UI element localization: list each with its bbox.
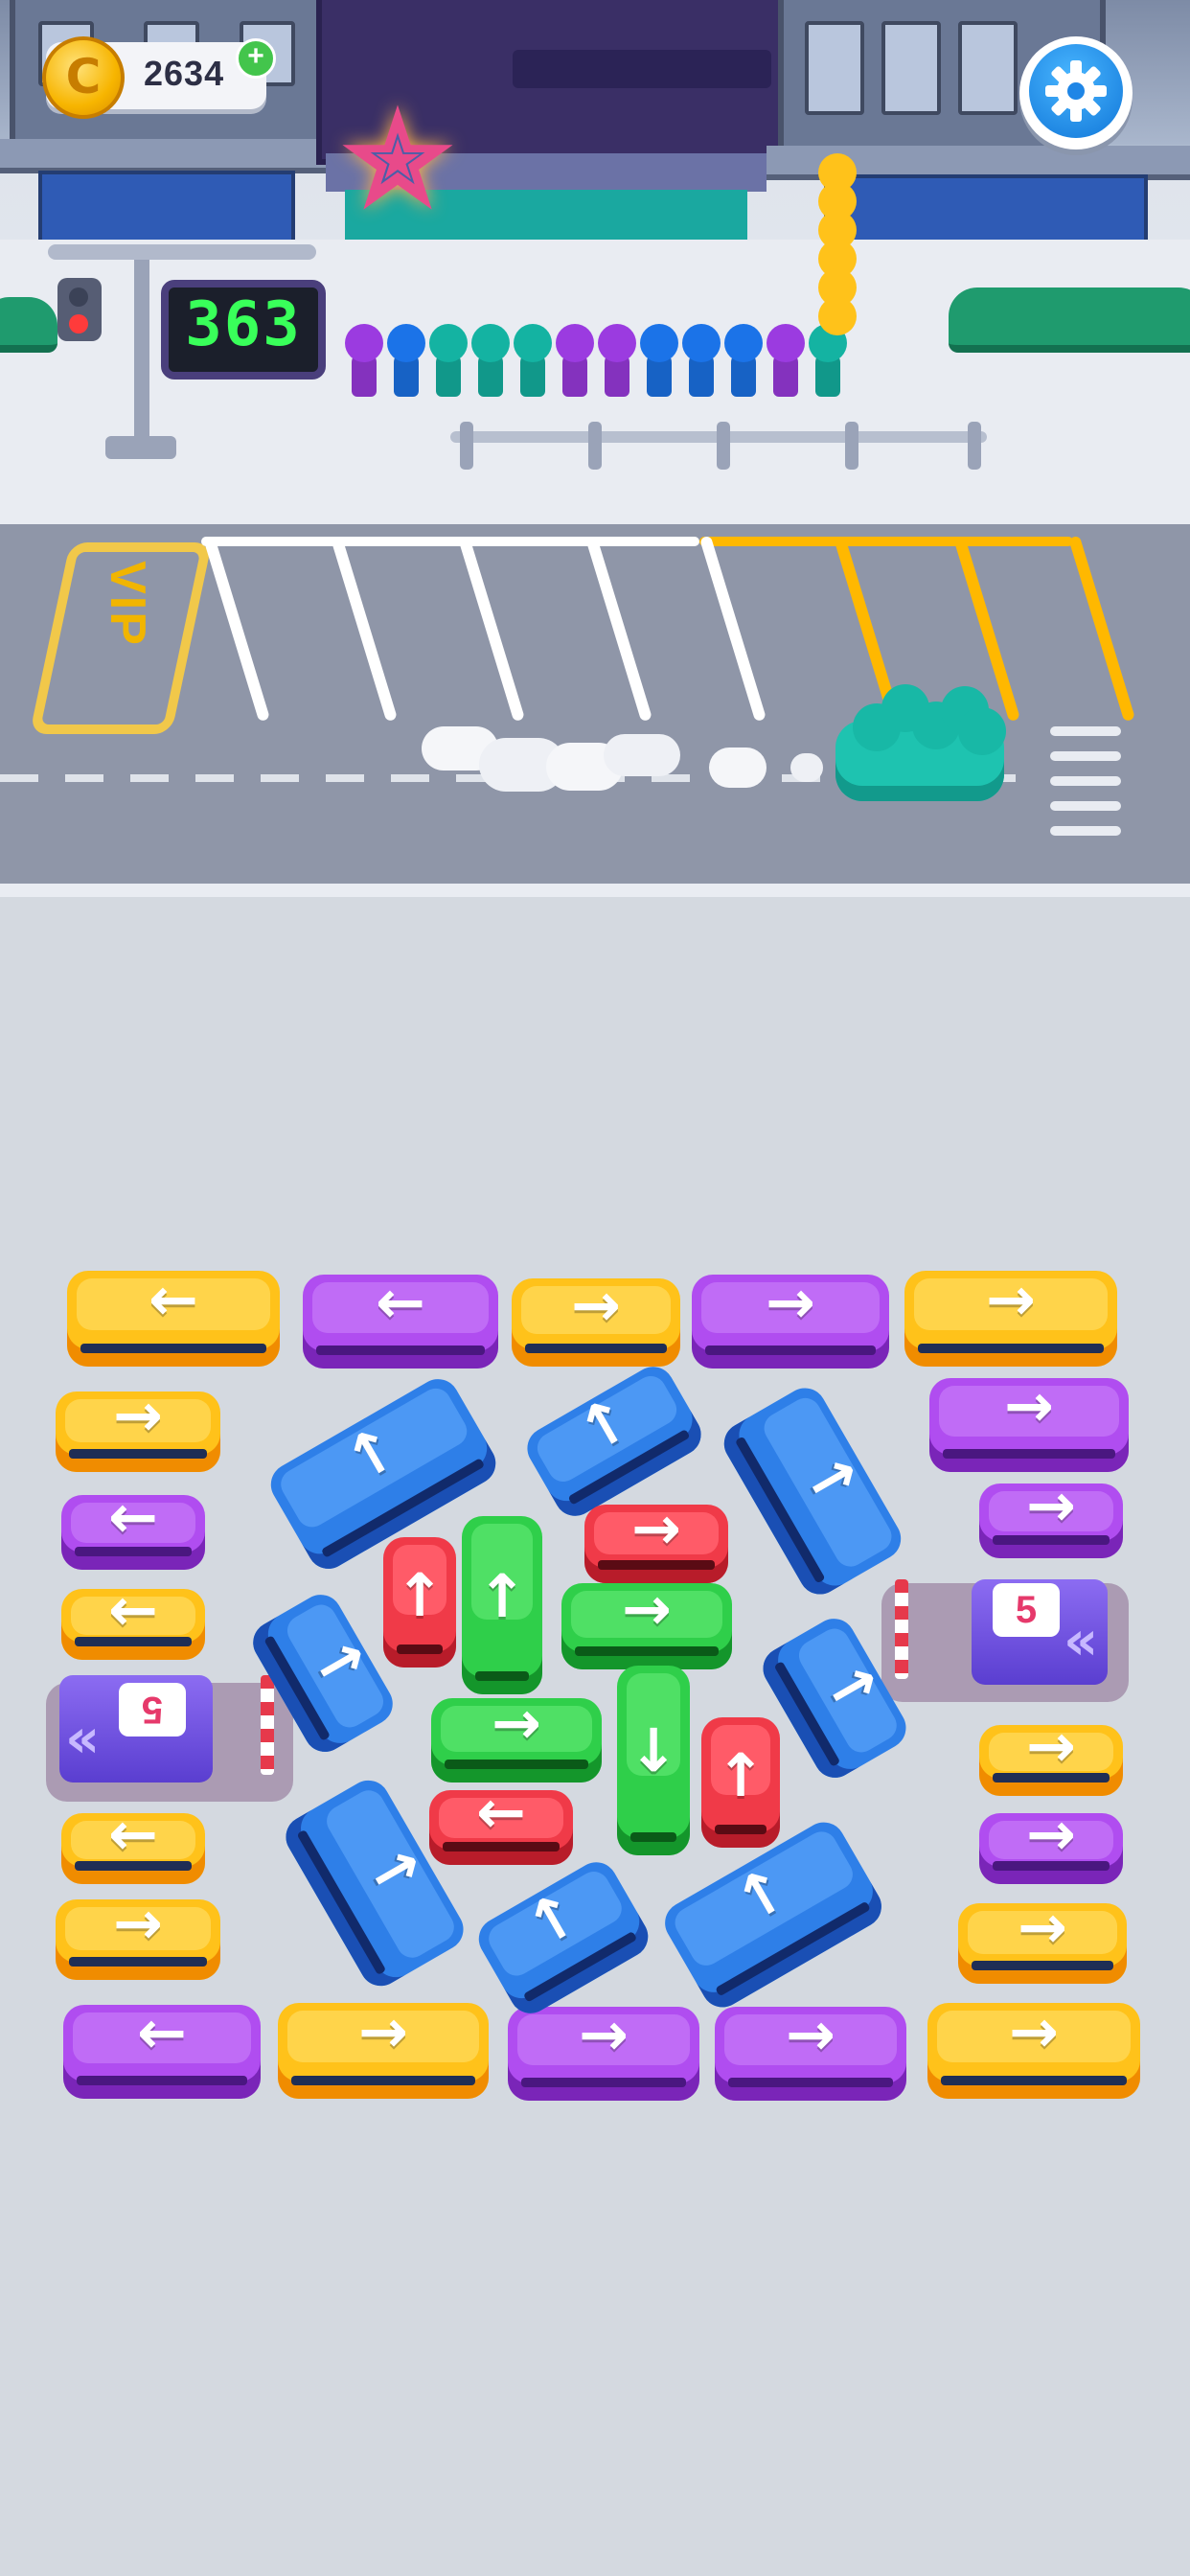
arrow-right-icon: → — [358, 1996, 408, 2066]
vehicle-windows — [941, 2076, 1127, 2085]
puzzle-board: ← ← → → → → ← ← ← → → → → → → ← → → → → ↑ ↑ ↑ ↑ ↑ ↑ → → ↑ → ↓ ↑ ↑ ← ↑ ↑ — [0, 0, 1190, 2576]
car-left-2[interactable]: ← — [61, 1487, 205, 1570]
green-bus-k[interactable]: ↓ — [617, 1666, 690, 1855]
bus-top-5[interactable]: → — [904, 1264, 1117, 1367]
red-car-l[interactable]: ↑ — [701, 1717, 780, 1848]
bus-bottom-5[interactable]: → — [927, 1996, 1140, 2099]
vehicle-windows — [475, 1671, 529, 1681]
vehicle-windows — [575, 1646, 719, 1656]
red-car-n[interactable]: ← — [429, 1782, 573, 1865]
van-right-1[interactable]: → — [929, 1370, 1129, 1472]
blue-bus-c[interactable]: ↑ — [716, 1380, 909, 1602]
arrow-down-icon: ↓ — [629, 1715, 678, 1786]
arrow-left-icon: ← — [376, 1267, 425, 1338]
arrow-right-icon: → — [571, 1269, 621, 1340]
van-left-1[interactable]: → — [56, 1386, 220, 1472]
arrow-right-icon: → — [1026, 1799, 1076, 1870]
bus-top-2[interactable]: ← — [303, 1267, 498, 1368]
vehicle-windows — [728, 2078, 893, 2087]
vehicle-windows — [918, 1344, 1104, 1353]
car-right-2[interactable]: → — [979, 1476, 1123, 1558]
arrow-up-icon: ↑ — [395, 1560, 445, 1631]
blue-bus-p[interactable]: ↑ — [657, 1814, 889, 2015]
arrow-up-icon: ↑ — [477, 1560, 527, 1631]
arrow-left-icon: ← — [137, 1997, 187, 2068]
vehicle-windows — [80, 1344, 266, 1353]
bus-top-3[interactable]: → — [512, 1269, 680, 1367]
car-right-3[interactable]: → — [979, 1716, 1123, 1796]
vehicle-windows — [705, 1346, 876, 1355]
car-left-3[interactable]: ← — [61, 1580, 205, 1660]
arrow-right-icon: → — [1009, 1996, 1059, 2066]
vehicle-windows — [69, 1449, 207, 1459]
vehicle-windows — [630, 1832, 676, 1842]
van-left-5[interactable]: → — [56, 1894, 220, 1980]
vehicle-windows — [445, 1760, 588, 1769]
arrow-right-icon: → — [492, 1688, 541, 1759]
vehicle-windows — [397, 1644, 443, 1654]
vehicle-windows — [525, 1344, 667, 1353]
car-right-4[interactable]: → — [979, 1805, 1123, 1884]
vehicle-windows — [69, 1957, 207, 1966]
green-bus-h[interactable]: → — [561, 1579, 732, 1669]
arrow-left-icon: ← — [108, 1482, 158, 1552]
arrow-left-icon: ← — [108, 1575, 158, 1645]
arrow-right-icon: → — [113, 1888, 163, 1959]
arrow-left-icon: ← — [108, 1799, 158, 1870]
arrow-left-icon: ← — [149, 1264, 198, 1334]
arrow-right-icon: → — [1026, 1711, 1076, 1782]
arrow-up-icon: ↑ — [716, 1740, 766, 1811]
bus-bottom-1[interactable]: ← — [63, 1997, 261, 2099]
vehicle-windows — [316, 1346, 485, 1355]
van-right-5[interactable]: → — [958, 1898, 1127, 1984]
arrow-right-icon: → — [631, 1492, 681, 1563]
bus-top-4[interactable]: → — [692, 1267, 889, 1368]
arrow-right-icon: → — [1026, 1470, 1076, 1541]
vehicle-windows — [291, 2076, 475, 2085]
bus-top-1[interactable]: ← — [67, 1264, 280, 1367]
vehicle-windows — [943, 1449, 1115, 1459]
arrow-right-icon: → — [766, 1267, 815, 1338]
bus-bottom-3[interactable]: → — [508, 1999, 699, 2101]
green-bus-f[interactable]: ↑ — [462, 1516, 542, 1694]
car-left-4[interactable]: ← — [61, 1805, 205, 1884]
bus-bottom-2[interactable]: → — [278, 1996, 489, 2099]
arrow-right-icon: → — [113, 1380, 163, 1451]
vehicle-windows — [972, 1961, 1113, 1970]
blue-van-o[interactable]: ↑ — [470, 1854, 656, 2021]
arrow-right-icon: → — [1004, 1370, 1054, 1441]
vehicle-windows — [521, 2078, 686, 2087]
green-bus-j[interactable]: → — [431, 1693, 602, 1782]
red-car-e[interactable]: ↑ — [383, 1537, 456, 1668]
arrow-right-icon: → — [622, 1574, 672, 1644]
arrow-right-icon: → — [786, 1999, 835, 2070]
arrow-left-icon: ← — [476, 1777, 526, 1848]
bus-bottom-4[interactable]: → — [715, 1999, 906, 2101]
vehicle-windows — [715, 1825, 767, 1834]
arrow-right-icon: → — [1018, 1892, 1067, 1963]
blue-van-d[interactable]: ↑ — [245, 1587, 400, 1760]
red-car-g[interactable]: → — [584, 1498, 728, 1583]
vehicle-windows — [77, 2076, 247, 2085]
arrow-right-icon: → — [579, 1999, 629, 2070]
arrow-right-icon: → — [986, 1264, 1036, 1334]
